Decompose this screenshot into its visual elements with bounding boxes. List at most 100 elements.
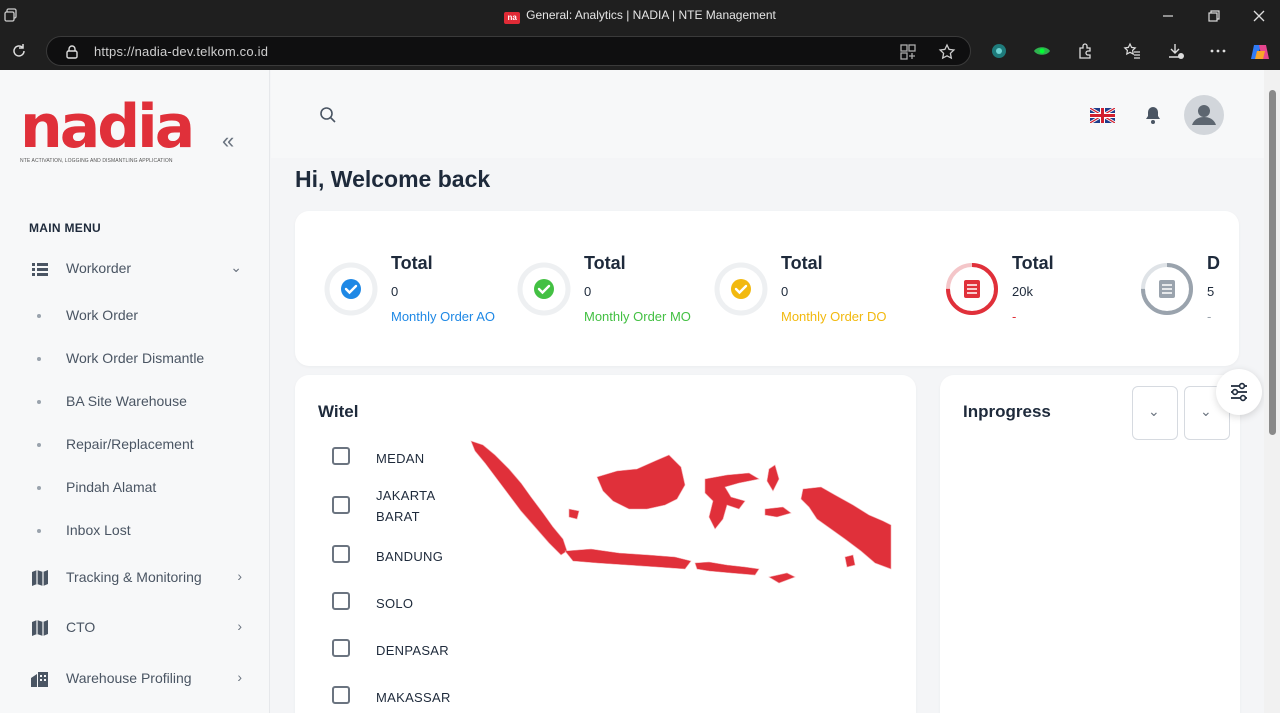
- map-region-sumatra: [470, 440, 568, 556]
- map-region-java: [564, 548, 692, 570]
- list-icon: [32, 263, 48, 276]
- page-scrollbar[interactable]: [1264, 70, 1280, 713]
- stat-title: D: [1207, 253, 1220, 273]
- user-avatar-icon[interactable]: [1184, 95, 1224, 135]
- checkbox-label: BANDUNG: [376, 549, 444, 564]
- person-icon: [1192, 105, 1216, 125]
- chevron-right-icon: ›: [237, 669, 242, 685]
- settings-sliders-button[interactable]: [1216, 369, 1262, 415]
- extension-tealwheel-icon[interactable]: [990, 42, 1008, 60]
- more-menu-icon[interactable]: [1209, 42, 1227, 60]
- stat-subtitle: Monthly Order MO: [584, 309, 691, 324]
- url-field[interactable]: https://nadia-dev.telkom.co.id: [46, 36, 971, 66]
- stat-value: 20k: [1012, 284, 1033, 299]
- bullet-dot: [37, 357, 41, 361]
- sidebar-item-workorder[interactable]: Workorder ⌄: [30, 257, 250, 283]
- sidebar-item-warehouse-profiling[interactable]: Warehouse Profiling ›: [30, 667, 250, 693]
- building-icon: [31, 672, 48, 687]
- extensions-puzzle-icon[interactable]: [1076, 42, 1094, 60]
- nadia-logo[interactable]: nadia NTE ACTIVATION, LOGGING AND DISMAN…: [20, 92, 220, 168]
- uk-flag-icon[interactable]: [1090, 108, 1115, 123]
- map-icon: [32, 620, 48, 636]
- minimize-icon[interactable]: [1158, 6, 1178, 26]
- stat-subtitle: -: [1207, 309, 1212, 324]
- copilot-icon[interactable]: [1249, 41, 1271, 63]
- map-region-aru: [844, 554, 856, 568]
- checkbox-label: SOLO: [376, 596, 414, 611]
- checkbox-label: MEDAN: [376, 451, 425, 466]
- inprogress-card: Inprogress ⌄ ⌄: [940, 375, 1240, 713]
- reload-icon[interactable]: [10, 42, 28, 60]
- bullet-dot: [37, 400, 41, 404]
- double-chevron-left-icon[interactable]: «: [222, 128, 234, 154]
- logo-wordmark: nadia: [20, 92, 195, 162]
- chevron-down-icon: ⌄: [230, 259, 242, 275]
- bell-icon[interactable]: [1143, 105, 1163, 125]
- bullet-dot: [37, 443, 41, 447]
- stats-card: Total 0 Monthly Order AO Total 0 Monthly…: [295, 211, 1239, 366]
- app-available-icon[interactable]: [899, 43, 917, 61]
- stat-value: 5: [1207, 284, 1215, 299]
- search-icon[interactable]: [317, 104, 339, 126]
- tab-title: General: Analytics | NADIA | NTE Managem…: [526, 8, 776, 22]
- top-header: [271, 70, 1264, 158]
- scrollbar-thumb[interactable]: [1269, 90, 1276, 435]
- sidebar-subitem-label: Pindah Alamat: [66, 479, 157, 495]
- bullet-dot: [37, 529, 41, 533]
- sidebar-subitem-label: Work Order Dismantle: [66, 350, 205, 366]
- favorite-star-icon[interactable]: [938, 43, 956, 61]
- sidebar-subitem-label: Inbox Lost: [66, 522, 131, 538]
- checkbox[interactable]: [332, 592, 350, 610]
- url-text: https://nadia-dev.telkom.co.id: [94, 44, 269, 59]
- stat-subtitle: -: [1012, 309, 1017, 324]
- sidebar-subitem-label: BA Site Warehouse: [66, 393, 187, 409]
- sidebar-item-tracking-monitoring[interactable]: Tracking & Monitoring ›: [30, 566, 250, 592]
- map-region-maluku: [764, 506, 792, 518]
- stat-title: Total: [391, 253, 433, 273]
- restore-icon[interactable]: [1204, 6, 1224, 26]
- witel-card: Witel MEDAN JAKARTA BARAT BANDUNG SOLO D…: [295, 375, 916, 713]
- main-menu-heading: MAIN MENU: [29, 221, 102, 235]
- checkbox[interactable]: [332, 639, 350, 657]
- check-circle-icon: [517, 262, 571, 316]
- document-progress-icon: [1141, 263, 1193, 315]
- favorites-icon[interactable]: [1123, 42, 1141, 60]
- site-favicon: na: [504, 12, 521, 24]
- checkbox[interactable]: [332, 686, 350, 704]
- sidebar-item-label: CTO: [66, 619, 96, 635]
- sidebar-item-label: Workorder: [66, 260, 132, 276]
- chevron-right-icon: ›: [237, 568, 242, 584]
- map-region-timor: [768, 572, 796, 584]
- stat-title: Total: [1012, 253, 1054, 273]
- map-region-kalimantan: [596, 454, 686, 510]
- check-circle-icon: [324, 262, 378, 316]
- chevron-down-icon: ⌄: [1148, 403, 1160, 419]
- map-region-bangka: [568, 508, 580, 520]
- checkbox-label: JAKARTA BARAT: [376, 488, 435, 524]
- browser-address-bar: https://nadia-dev.telkom.co.id: [0, 32, 1280, 70]
- stat-title: Total: [781, 253, 823, 273]
- bullet-dot: [37, 486, 41, 490]
- indonesia-map[interactable]: [469, 439, 893, 595]
- chevron-down-icon: ⌄: [1200, 403, 1212, 419]
- sidebar-subitem-label: Repair/Replacement: [66, 436, 194, 452]
- lock-icon[interactable]: [63, 43, 81, 61]
- bullet-dot: [37, 314, 41, 318]
- stat-value: 0: [391, 284, 399, 299]
- sidebar-subitem-label: Work Order: [66, 307, 139, 323]
- app-root: nadia NTE ACTIVATION, LOGGING AND DISMAN…: [0, 70, 1264, 713]
- downloads-icon[interactable]: [1167, 42, 1185, 60]
- map-region-bali-nt: [694, 561, 760, 576]
- checkbox[interactable]: [332, 447, 350, 465]
- sidebar-item-label: Tracking & Monitoring: [66, 569, 202, 585]
- extension-eye-icon[interactable]: [1033, 42, 1051, 60]
- stat-subtitle: Monthly Order AO: [391, 309, 496, 324]
- checkbox[interactable]: [332, 545, 350, 563]
- checkbox[interactable]: [332, 496, 350, 514]
- inprogress-title: Inprogress: [963, 402, 1051, 421]
- inprogress-filter-select-1[interactable]: ⌄: [1132, 386, 1178, 440]
- stat-value: 0: [781, 284, 789, 299]
- sidebar-item-cto[interactable]: CTO ›: [30, 616, 250, 642]
- witel-title: Witel: [318, 402, 359, 421]
- close-window-icon[interactable]: [1249, 6, 1269, 26]
